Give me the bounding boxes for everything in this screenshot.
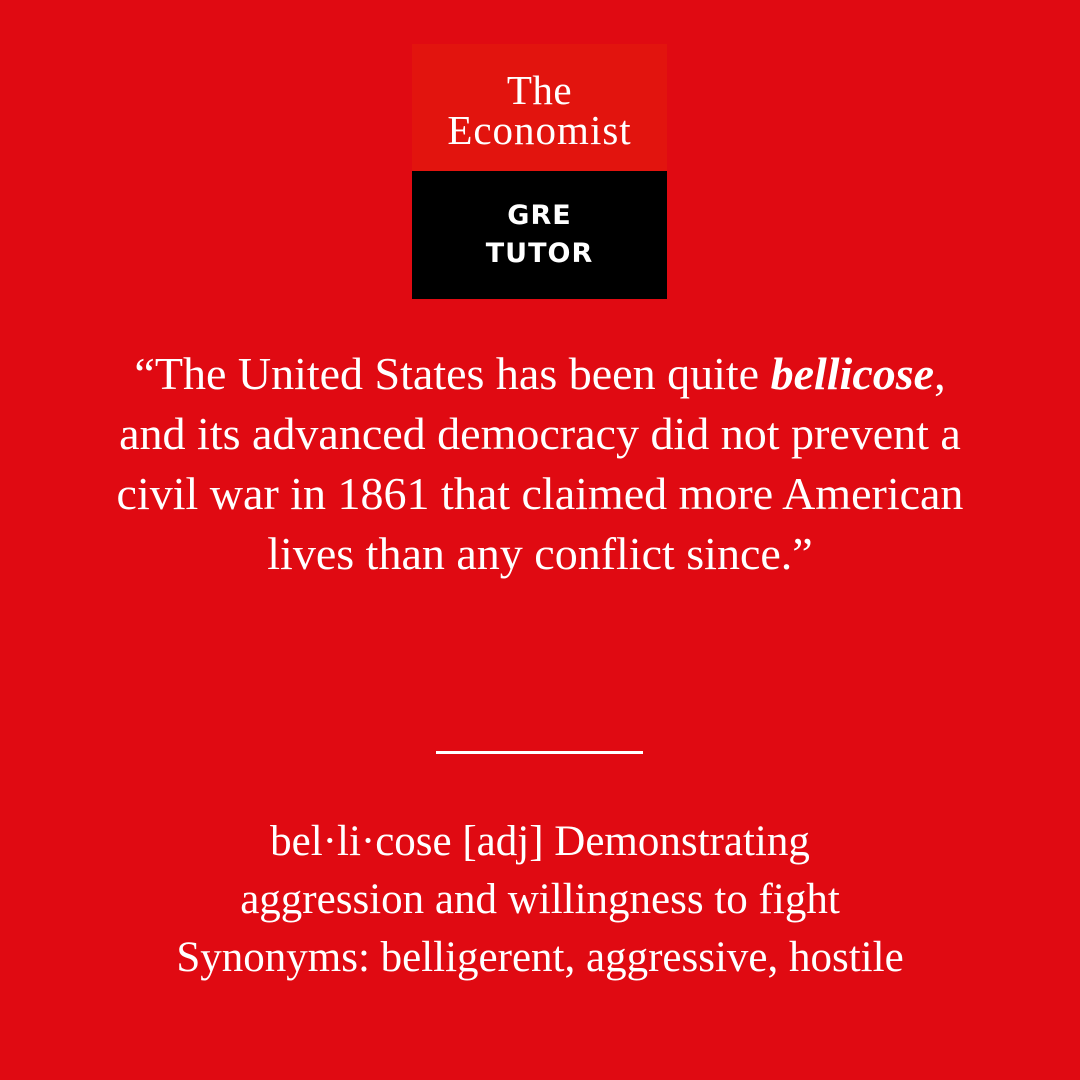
economist-logo: The Economist GRE TUTOR	[412, 44, 667, 299]
definition: bel·li·cose [adj] Demonstrating aggressi…	[90, 813, 990, 987]
logo-wordmark: The Economist	[412, 44, 667, 171]
logo-line-the: The	[506, 66, 573, 113]
quote-term: bellicose	[770, 348, 935, 399]
definition-line-1: bel·li·cose [adj] Demonstrating	[270, 818, 810, 865]
logo-line-gre: GRE	[507, 200, 572, 231]
quote-open: “The United States has been quite	[134, 348, 771, 399]
logo-line-tutor: TUTOR	[485, 238, 594, 269]
example-quote: “The United States has been quite bellic…	[110, 344, 970, 584]
logo-gre-tutor: GRE TUTOR	[412, 171, 667, 299]
definition-line-2: aggression and willingness to fight	[240, 876, 840, 923]
logo-line-economist: Economist	[447, 106, 632, 153]
divider	[436, 751, 643, 754]
synonyms: Synonyms: belligerent, aggressive, hosti…	[176, 934, 904, 981]
